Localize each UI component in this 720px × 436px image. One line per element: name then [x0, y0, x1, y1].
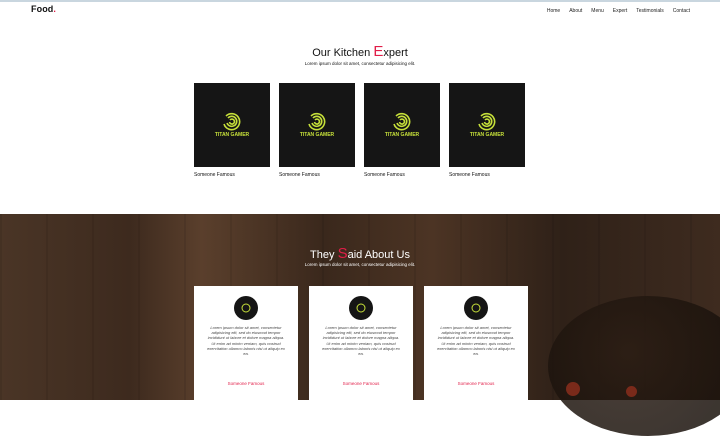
svg-text:TITAN GAMER: TITAN GAMER	[215, 132, 250, 138]
nav-testimonials[interactable]: Testimonials	[636, 8, 664, 14]
expert-card[interactable]: TITAN GAMER Someone Famous	[364, 83, 440, 178]
testimonial-author: Someone Famous	[457, 381, 495, 386]
titan-gamer-logo-icon	[356, 303, 366, 313]
expert-section: Our Kitchen Expert Lorem ipsum dolor sit…	[0, 20, 720, 214]
svg-text:TITAN GAMER: TITAN GAMER	[385, 132, 420, 138]
expert-photo: TITAN GAMER	[279, 83, 355, 167]
titan-gamer-logo-icon	[241, 303, 251, 313]
titan-gamer-logo-icon	[471, 303, 481, 313]
expert-photo: TITAN GAMER	[194, 83, 270, 167]
testimonial-quote: Lorem ipsum dolor sit amet, consectetur …	[437, 325, 515, 356]
site-logo[interactable]: Food.	[31, 4, 56, 14]
testimonial-card: Lorem ipsum dolor sit amet, consectetur …	[424, 286, 528, 400]
expert-card[interactable]: TITAN GAMER Someone Famous	[449, 83, 525, 178]
expert-name: Someone Famous	[364, 172, 405, 178]
svg-text:TITAN GAMER: TITAN GAMER	[470, 132, 505, 138]
avatar	[349, 296, 373, 320]
top-navbar: Food. Home About Menu Expert Testimonial…	[0, 2, 720, 20]
expert-subtitle: Lorem ipsum dolor sit amet, consectetur …	[304, 61, 416, 66]
nav-about[interactable]: About	[569, 8, 582, 14]
titan-gamer-logo-icon: TITAN GAMER	[470, 112, 505, 138]
expert-title: Our Kitchen Expert	[312, 43, 408, 60]
svg-text:TITAN GAMER: TITAN GAMER	[300, 132, 335, 138]
expert-card[interactable]: TITAN GAMER Someone Famous	[279, 83, 355, 178]
testimonial-card: Lorem ipsum dolor sit amet, consectetur …	[309, 286, 413, 400]
avatar	[234, 296, 258, 320]
nav-contact[interactable]: Contact	[673, 8, 690, 14]
expert-name: Someone Famous	[194, 172, 235, 178]
testimonial-quote: Lorem ipsum dolor sit amet, consectetur …	[322, 325, 400, 356]
expert-name: Someone Famous	[279, 172, 320, 178]
titan-gamer-logo-icon: TITAN GAMER	[300, 112, 335, 138]
background-tomato	[566, 382, 580, 396]
background-tomato	[626, 386, 637, 397]
testimonials-title: They Said About Us	[310, 245, 410, 262]
nav-menu: Home About Menu Expert Testimonials Cont…	[547, 8, 690, 14]
nav-home[interactable]: Home	[547, 8, 560, 14]
titan-gamer-logo-icon: TITAN GAMER	[215, 112, 250, 138]
expert-photo: TITAN GAMER	[449, 83, 525, 167]
expert-photo: TITAN GAMER	[364, 83, 440, 167]
expert-cards: TITAN GAMER Someone Famous TITAN GAMER S…	[194, 83, 526, 183]
testimonials-subtitle: Lorem ipsum dolor sit amet, consectetur …	[304, 262, 416, 267]
avatar	[464, 296, 488, 320]
expert-card[interactable]: TITAN GAMER Someone Famous	[194, 83, 270, 178]
testimonial-card: Lorem ipsum dolor sit amet, consectetur …	[194, 286, 298, 400]
testimonial-author: Someone Famous	[227, 381, 265, 386]
testimonial-quote: Lorem ipsum dolor sit amet, consectetur …	[207, 325, 285, 356]
nav-menu-link[interactable]: Menu	[591, 8, 604, 14]
background-plate	[548, 296, 720, 436]
nav-expert[interactable]: Expert	[613, 8, 627, 14]
titan-gamer-logo-icon: TITAN GAMER	[385, 112, 420, 138]
testimonial-author: Someone Famous	[342, 381, 380, 386]
expert-name: Someone Famous	[449, 172, 490, 178]
testimonials-section: They Said About Us Lorem ipsum dolor sit…	[0, 214, 720, 436]
